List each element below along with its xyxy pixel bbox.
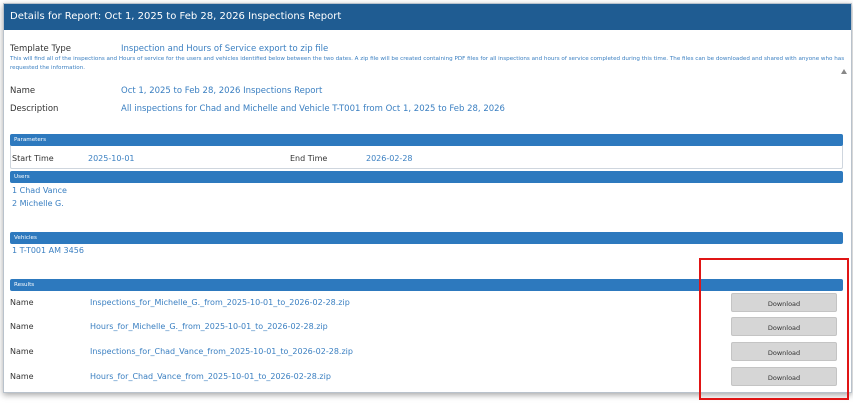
vehicles-header: Vehicles <box>10 232 843 244</box>
result-file-name[interactable]: Hours_for_Michelle_G._from_2025-10-01_to… <box>90 322 328 331</box>
report-details-content: Template Type Inspection and Hours of Se… <box>4 31 851 392</box>
result-file-name[interactable]: Inspections_for_Chad_Vance_from_2025-10-… <box>90 347 353 356</box>
vehicle-item[interactable]: 1 T-T001 AM 3456 <box>12 246 84 255</box>
start-time-label: Start Time <box>12 154 54 163</box>
start-time-value: 2025-10-01 <box>88 154 135 163</box>
result-name-label: Name <box>10 372 34 381</box>
parameters-header: Parameters <box>10 134 843 146</box>
description-label: Description <box>10 104 59 114</box>
result-file-name[interactable]: Hours_for_Chad_Vance_from_2025-10-01_to_… <box>90 372 331 381</box>
report-details-window: Details for Report: Oct 1, 2025 to Feb 2… <box>3 3 852 393</box>
description-value: All inspections for Chad and Michelle an… <box>121 104 505 114</box>
end-time-value: 2026-02-28 <box>366 154 413 163</box>
results-header: Results <box>10 279 843 291</box>
result-row: Name Hours_for_Chad_Vance_from_2025-10-0… <box>10 366 843 388</box>
template-type-label: Template Type <box>10 44 72 54</box>
users-header: Users <box>10 171 843 183</box>
result-file-name[interactable]: Inspections_for_Michelle_G._from_2025-10… <box>90 298 350 307</box>
name-label: Name <box>10 86 36 96</box>
template-description: This will find all of the inspections an… <box>10 56 845 71</box>
result-row: Name Hours_for_Michelle_G._from_2025-10-… <box>10 316 843 338</box>
download-button[interactable]: Download <box>731 293 837 312</box>
window-title: Details for Report: Oct 1, 2025 to Feb 2… <box>4 4 851 30</box>
result-name-label: Name <box>10 322 34 331</box>
template-type-value: Inspection and Hours of Service export t… <box>121 44 329 54</box>
download-button[interactable]: Download <box>731 367 837 386</box>
user-item[interactable]: 2 Michelle G. <box>12 199 64 208</box>
name-value: Oct 1, 2025 to Feb 28, 2026 Inspections … <box>121 86 323 96</box>
end-time-label: End Time <box>290 154 328 163</box>
result-row: Name Inspections_for_Michelle_G._from_20… <box>10 292 843 314</box>
download-button[interactable]: Download <box>731 342 837 361</box>
result-name-label: Name <box>10 347 34 356</box>
user-item[interactable]: 1 Chad Vance <box>12 186 67 195</box>
result-row: Name Inspections_for_Chad_Vance_from_202… <box>10 341 843 363</box>
result-name-label: Name <box>10 298 34 307</box>
download-button[interactable]: Download <box>731 317 837 336</box>
